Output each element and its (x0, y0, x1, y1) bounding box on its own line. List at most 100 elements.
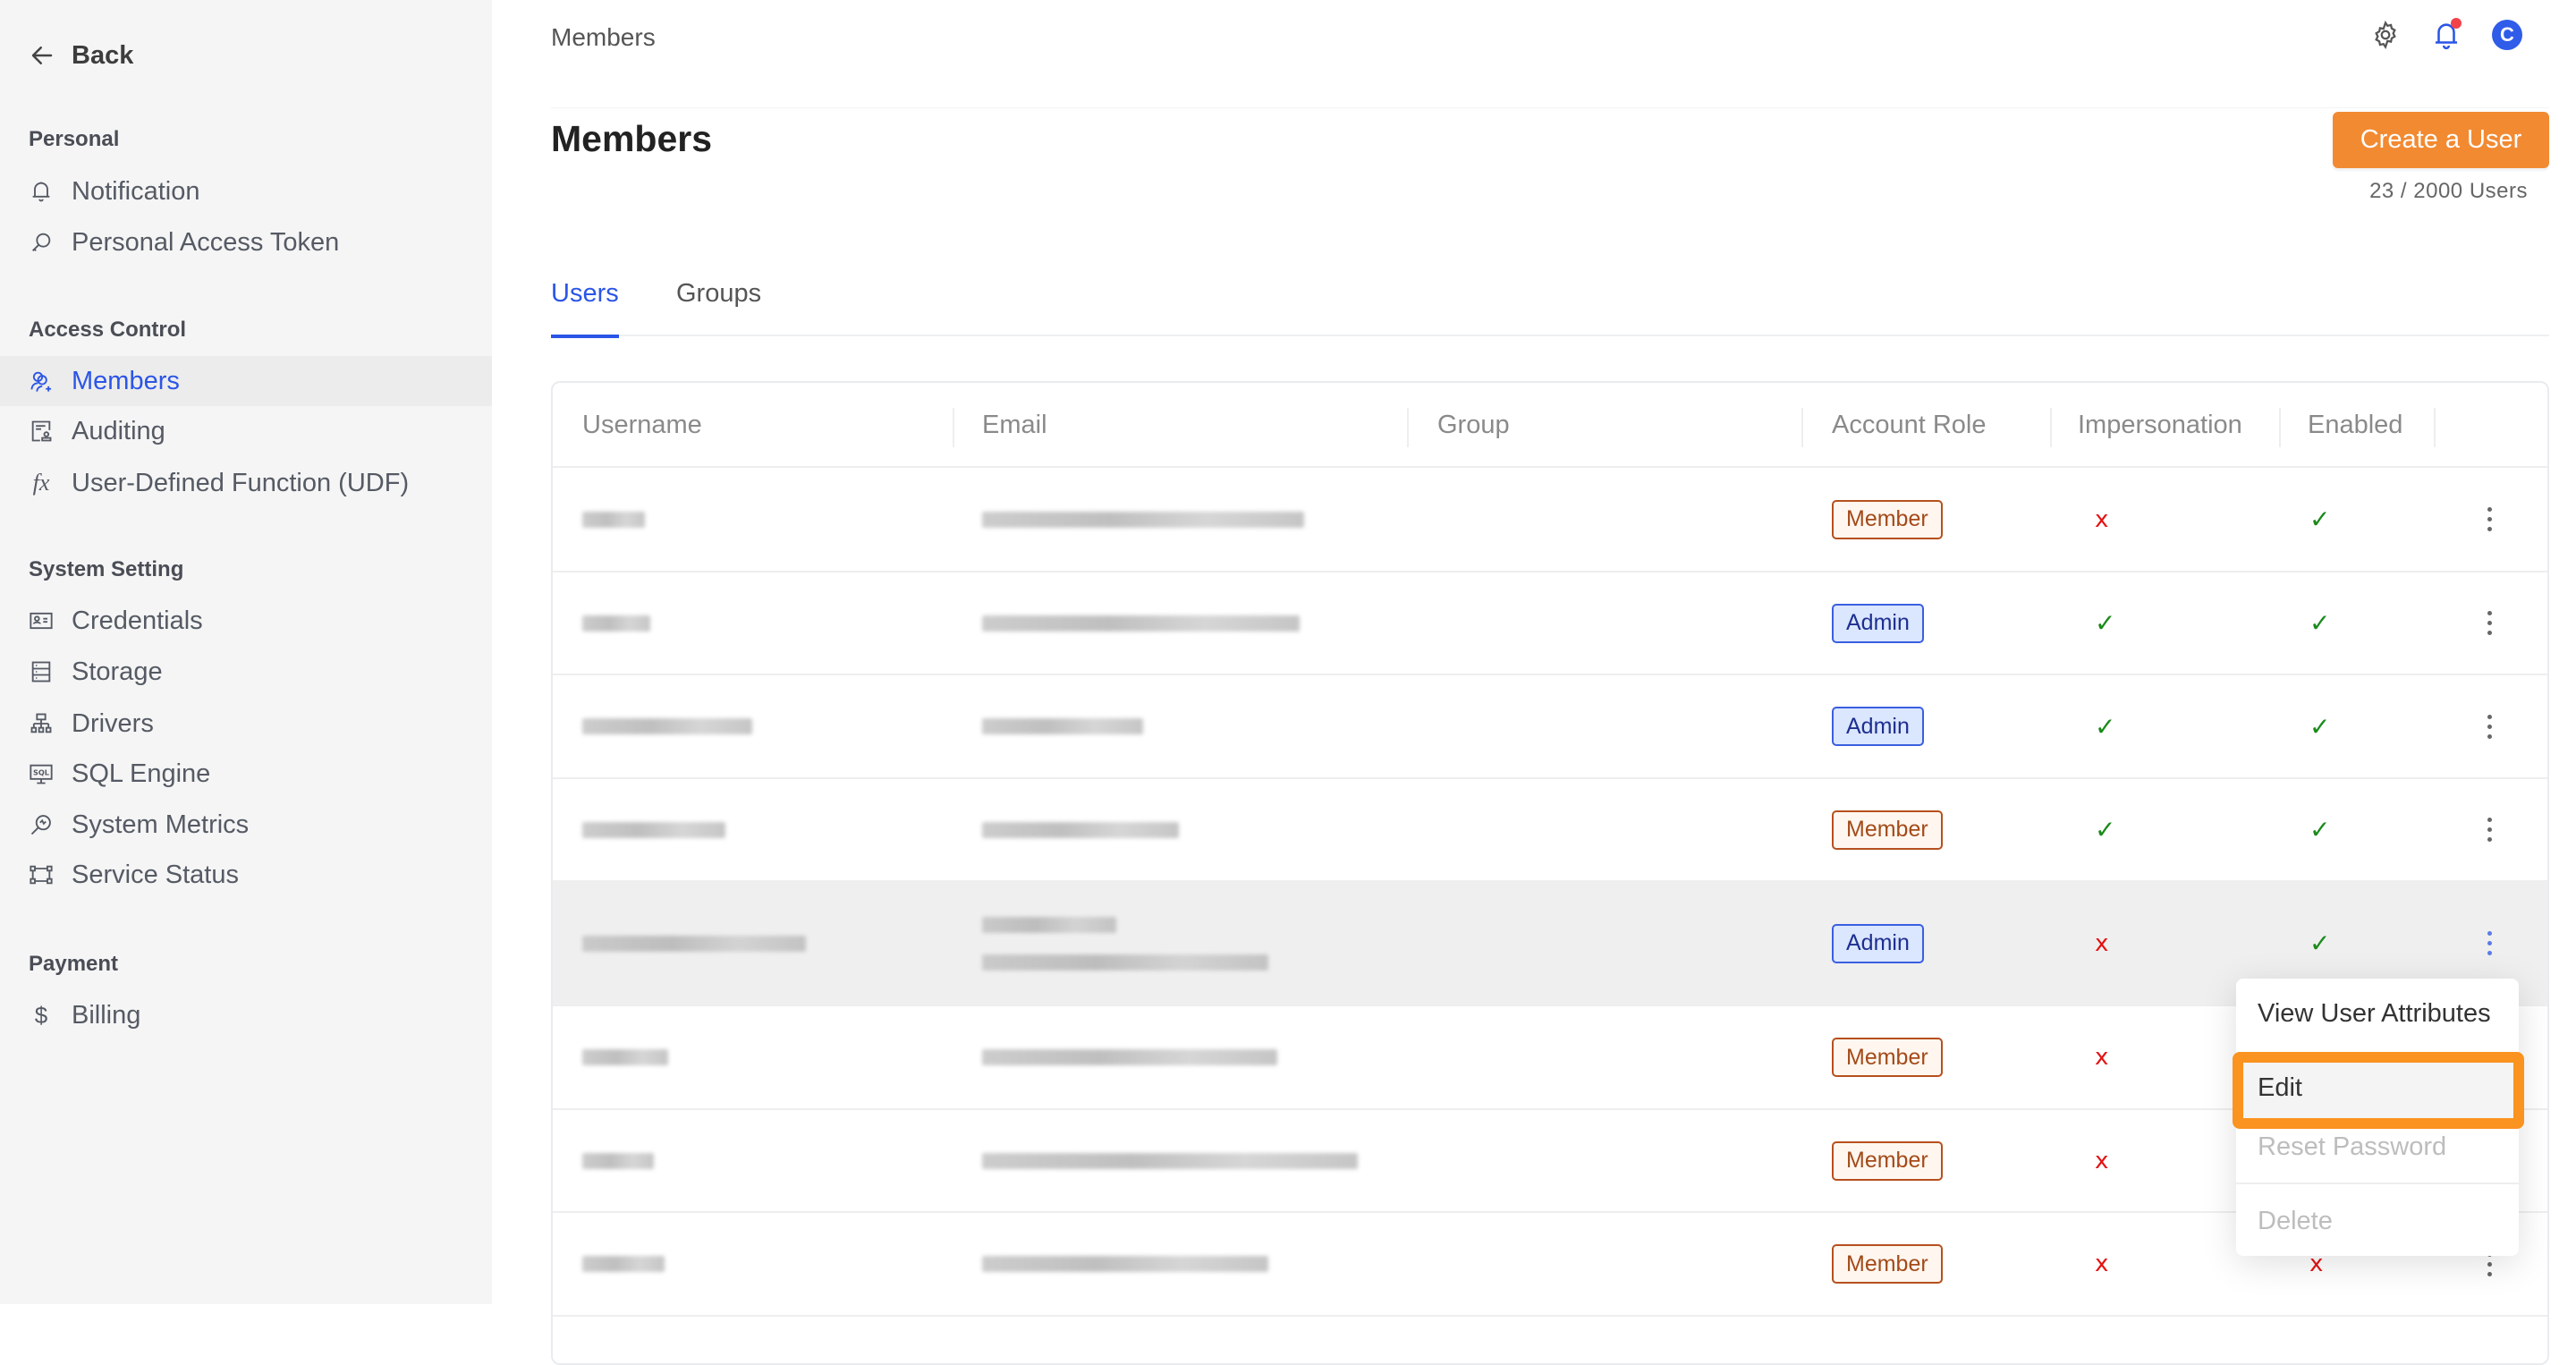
id-card-icon (29, 608, 54, 633)
menu-item-delete: Delete (2258, 1206, 2333, 1235)
cell-impersonation: ✓ (2095, 572, 2115, 674)
cell-username (582, 1110, 654, 1211)
header-actions: C (2370, 18, 2522, 50)
column-header-enabled[interactable]: Enabled (2308, 383, 2402, 468)
column-divider[interactable] (2050, 408, 2052, 447)
cell-account-role: Member (1832, 1110, 1943, 1211)
redacted-text (582, 1256, 665, 1272)
column-divider[interactable] (2434, 408, 2436, 447)
sidebar-item-sql-engine[interactable]: SQL SQL Engine (0, 749, 492, 799)
back-label: Back (72, 40, 134, 70)
cell-email (982, 1110, 1358, 1211)
table-row[interactable]: Admin ✓ ✓ (553, 572, 2547, 675)
users-icon (29, 369, 54, 394)
table-row[interactable]: Member ✓ ✓ (553, 779, 2547, 882)
check-icon: ✓ (2095, 609, 2116, 637)
sidebar-item-storage[interactable]: Storage (0, 647, 492, 697)
cell-enabled: ✓ (2309, 572, 2330, 674)
cell-account-role: Member (1832, 1006, 1943, 1108)
create-user-button[interactable]: Create a User (2333, 112, 2549, 168)
metrics-search-icon (29, 812, 54, 837)
cell-actions (2476, 572, 2503, 674)
column-header-account-role[interactable]: Account Role (1832, 383, 1987, 468)
notifications-button[interactable] (2431, 18, 2462, 50)
cell-account-role: Admin (1832, 882, 1924, 1005)
row-actions-button[interactable] (2476, 926, 2503, 962)
column-divider[interactable] (953, 408, 954, 447)
redacted-text (982, 511, 1304, 528)
kebab-dot (2487, 951, 2492, 955)
tab-groups[interactable]: Groups (676, 279, 761, 336)
back-button[interactable]: Back (29, 36, 133, 75)
settings-button[interactable] (2370, 20, 2401, 50)
menu-item-edit[interactable]: Edit (2236, 1056, 2519, 1119)
sidebar-item-udf[interactable]: fx User-Defined Function (UDF) (0, 458, 492, 508)
column-divider[interactable] (1407, 408, 1409, 447)
kebab-dot (2487, 507, 2492, 512)
cell-account-role: Admin (1832, 675, 1924, 777)
user-count: 23 / 2000 Users (2369, 179, 2528, 203)
role-badge: Member (1832, 810, 1943, 850)
cross-icon: x (2095, 1147, 2109, 1174)
tabs: Users Groups (551, 279, 2549, 338)
avatar[interactable]: C (2492, 20, 2522, 50)
check-icon: ✓ (2309, 712, 2331, 741)
redacted-text (982, 1152, 1358, 1169)
row-actions-menu: View User Attributes Edit Reset Password… (2236, 979, 2519, 1256)
sidebar-item-credentials[interactable]: Credentials (0, 596, 492, 646)
cell-impersonation: x (2095, 882, 2108, 1005)
kebab-dot (2487, 611, 2492, 615)
header-divider (551, 107, 2549, 108)
frame-icon (29, 862, 54, 887)
sidebar-item-billing[interactable]: $ Billing (0, 990, 492, 1040)
column-header-email[interactable]: Email (982, 383, 1047, 468)
sidebar-item-system-metrics[interactable]: System Metrics (0, 800, 492, 850)
row-actions-button[interactable] (2476, 812, 2503, 848)
column-divider[interactable] (1801, 408, 1803, 447)
column-header-impersonation[interactable]: Impersonation (2078, 383, 2242, 468)
sidebar-item-label: System Metrics (72, 810, 250, 839)
sidebar-item-label: Credentials (72, 606, 203, 635)
page-title: Members (551, 118, 713, 159)
row-actions-button[interactable] (2476, 606, 2503, 641)
sidebar-item-members[interactable]: Members (0, 356, 492, 406)
cell-account-role: Member (1832, 1213, 1943, 1315)
cell-email (982, 572, 1300, 674)
cell-impersonation: x (2095, 468, 2108, 571)
cell-username (582, 675, 752, 777)
check-icon: ✓ (2095, 816, 2116, 844)
cell-actions (2476, 675, 2503, 777)
cell-impersonation: ✓ (2095, 779, 2115, 880)
menu-item-view-user-attributes[interactable]: View User Attributes (2236, 982, 2519, 1045)
tab-users[interactable]: Users (551, 279, 619, 338)
cell-actions (2476, 468, 2503, 571)
sidebar-item-personal-access-token[interactable]: Personal Access Token (0, 217, 492, 267)
row-actions-button[interactable] (2476, 502, 2503, 538)
role-badge: Admin (1832, 707, 1924, 746)
table-row[interactable]: Admin ✓ ✓ (553, 675, 2547, 779)
redacted-text (582, 1152, 654, 1169)
column-divider[interactable] (2279, 408, 2281, 447)
row-actions-button[interactable] (2476, 708, 2503, 744)
sidebar-item-notification[interactable]: Notification (0, 166, 492, 216)
sidebar-item-drivers[interactable]: Drivers (0, 699, 492, 749)
kebab-dot (2487, 527, 2492, 531)
cell-email (982, 1213, 1268, 1315)
column-header-group[interactable]: Group (1437, 383, 1510, 468)
redacted-text (982, 954, 1268, 971)
check-icon: ✓ (2309, 816, 2331, 844)
sidebar-item-service-status[interactable]: Service Status (0, 850, 492, 900)
sidebar-item-label: Service Status (72, 860, 239, 889)
redacted-text (582, 511, 645, 528)
gear-icon (2375, 21, 2396, 49)
redacted-text (982, 1256, 1268, 1272)
sidebar-item-auditing[interactable]: Auditing (0, 406, 492, 456)
sidebar-item-label: Storage (72, 657, 163, 686)
cell-impersonation: x (2095, 1006, 2108, 1108)
kebab-dot (2487, 621, 2492, 625)
table-row[interactable]: Member x ✓ (553, 468, 2547, 572)
section-title-payment: Payment (29, 952, 119, 976)
column-header-username[interactable]: Username (582, 383, 702, 468)
redacted-text (982, 821, 1179, 838)
cell-email (982, 779, 1179, 880)
